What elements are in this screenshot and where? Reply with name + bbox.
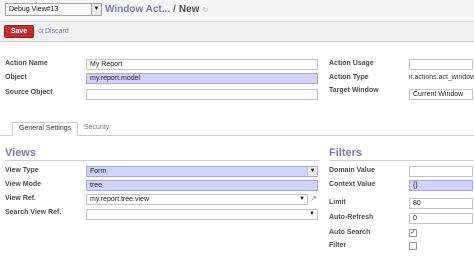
context-value-label: Context Value xyxy=(329,181,376,188)
search-view-ref-select[interactable]: ▼ xyxy=(86,209,318,220)
filter-label: Filter xyxy=(329,242,347,249)
view-type-label: View Type xyxy=(5,167,39,174)
source-object-label: Source Object xyxy=(5,89,53,96)
limit-label: Limit xyxy=(329,199,346,206)
views-section-title: Views xyxy=(5,147,36,159)
view-ref-select[interactable]: my.report.tree.view ▼ xyxy=(86,194,308,205)
context-value-field[interactable]: {} xyxy=(409,180,473,191)
target-window-select[interactable]: Current Window xyxy=(409,89,473,100)
view-type-select[interactable]: Form ▼ xyxy=(86,166,318,177)
chevron-down-icon: ▼ xyxy=(91,4,101,15)
auto-refresh-label: Auto-Refresh xyxy=(329,214,374,221)
target-window-label: Target Window xyxy=(329,87,379,94)
tab-general-settings[interactable]: General Settings xyxy=(12,122,79,136)
action-name-field[interactable]: My Report xyxy=(86,59,318,70)
action-usage-label: Action Usage xyxy=(329,60,374,67)
action-bar: Save or Discard xyxy=(0,22,474,42)
view-mode-field[interactable]: tree xyxy=(86,180,318,191)
context-value-value: {} xyxy=(413,182,418,189)
limit-value: 80 xyxy=(413,200,421,207)
object-field[interactable]: my.report.model xyxy=(86,73,318,84)
limit-field[interactable]: 80 xyxy=(409,198,473,209)
object-value: my.report.model xyxy=(90,75,141,82)
filters-section-title: Filters xyxy=(329,147,363,159)
auto-refresh-field[interactable]: 0 xyxy=(409,213,473,224)
view-ref-label: View Ref. xyxy=(5,195,36,202)
chevron-down-icon: ▼ xyxy=(307,167,317,176)
view-mode-value: tree xyxy=(90,182,103,189)
filters-section-divider xyxy=(329,160,474,161)
chevron-down-icon: ▼ xyxy=(307,210,317,219)
auto-refresh-value: 0 xyxy=(413,215,417,222)
top-bar: Debug View#13 ▼ Window Act... / New ↻ xyxy=(0,0,474,22)
breadcrumb: Window Act... / New ↻ xyxy=(105,3,208,18)
tab-security[interactable]: Security xyxy=(78,122,115,136)
view-type-value: Form xyxy=(90,168,107,175)
action-type-label: Action Type xyxy=(329,74,369,81)
breadcrumb-parent-link[interactable]: Window Act... xyxy=(105,4,170,15)
source-object-field[interactable] xyxy=(86,89,318,100)
domain-value-field[interactable] xyxy=(409,166,473,177)
view-ref-value: my.report.tree.view xyxy=(90,196,149,203)
refresh-icon[interactable]: ↻ xyxy=(202,7,208,14)
breadcrumb-separator: / xyxy=(173,4,176,15)
action-usage-field[interactable] xyxy=(409,59,473,70)
external-link-icon[interactable]: ↗ xyxy=(310,194,317,203)
notebook-tabs: General Settings Security xyxy=(0,121,474,136)
auto-search-label: Auto Search xyxy=(329,229,371,236)
debug-view-select[interactable]: Debug View#13 ▼ xyxy=(5,3,102,16)
save-button[interactable]: Save xyxy=(4,25,34,38)
action-name-value: My Report xyxy=(90,61,123,68)
search-view-ref-label: Search View Ref. xyxy=(5,209,62,216)
debug-view-select-value: Debug View#13 xyxy=(9,6,59,13)
views-section-divider xyxy=(5,160,319,161)
domain-value-label: Domain Value xyxy=(329,167,375,174)
breadcrumb-current: New xyxy=(178,4,200,15)
discard-link[interactable]: Discard xyxy=(45,28,69,35)
view-mode-label: View Mode xyxy=(5,181,42,188)
or-text: or xyxy=(38,28,45,35)
auto-search-checkbox[interactable]: ✓ xyxy=(409,229,417,237)
object-label: Object xyxy=(5,74,27,81)
form-sheet: Action Name My Report Object my.report.m… xyxy=(0,43,474,256)
target-window-value: Current Window xyxy=(413,91,464,98)
action-name-label: Action Name xyxy=(5,60,48,67)
filter-checkbox[interactable] xyxy=(409,242,417,250)
action-type-value: ir.actions.act_window xyxy=(409,74,474,81)
chevron-down-icon: ▼ xyxy=(297,195,307,204)
